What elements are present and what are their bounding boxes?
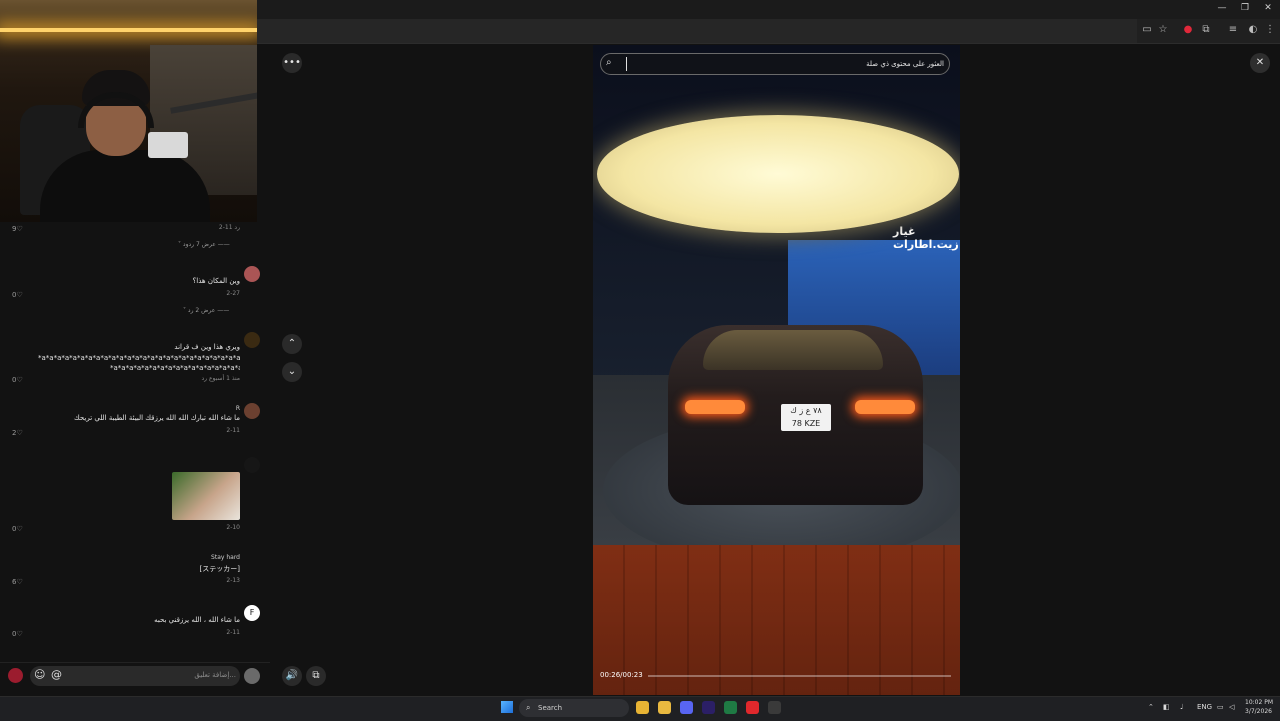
like-count[interactable]: 0♡ — [12, 630, 23, 638]
mention-icon[interactable]: @ — [51, 668, 62, 681]
webcam-ceiling — [0, 0, 257, 40]
video-shop-sign: غيار زيت.اطارات — [893, 225, 959, 251]
volume-button[interactable]: 🔊 — [282, 666, 302, 686]
clock-date[interactable]: 3/7/2026 — [1245, 708, 1272, 715]
comment-text: ما شاء الله ، الله يرزقني بحبه — [154, 616, 240, 624]
progress-track[interactable] — [648, 675, 951, 677]
like-count[interactable]: 0♡ — [12, 376, 23, 384]
license-plate: ٧٨ ع ز ك 78 KZE — [781, 404, 831, 431]
plate-latin: 78 KZE — [791, 419, 821, 428]
bookmark-star-icon[interactable]: ☆ — [1156, 24, 1170, 35]
file-explorer-icon[interactable] — [658, 701, 671, 714]
avatar[interactable] — [244, 266, 260, 282]
video-timestamp: 00:26/00:23 — [600, 671, 643, 679]
display-icon[interactable]: ▭ — [1217, 703, 1224, 711]
right-taillight — [855, 400, 915, 414]
left-taillight — [685, 400, 745, 414]
taskbar-search[interactable] — [519, 699, 629, 717]
like-count[interactable]: 0♡ — [12, 291, 23, 299]
like-count[interactable]: 0♡ — [12, 525, 23, 533]
red-app-icon[interactable] — [746, 701, 759, 714]
clock-time[interactable]: 10:02 PM — [1245, 699, 1273, 706]
window-title-bar: — ❐ ✕ — [257, 0, 1280, 19]
comment-meta: 2-11 — [226, 629, 240, 636]
emoji-icon[interactable]: ☺ — [34, 668, 45, 681]
browser-menu-icon[interactable]: ⋮ — [1263, 24, 1277, 35]
plate-arabic: ٧٨ ع ز ك — [790, 406, 822, 415]
view-replies-button[interactable]: ˅ عرض 7 ردود —— — [178, 241, 230, 248]
volume-icon[interactable]: ◁ — [1229, 703, 1234, 711]
comment-username: Stay hard — [211, 554, 240, 561]
next-video-button[interactable]: ⌄ — [282, 362, 302, 382]
comment-placeholder: إضافة تعليق... — [194, 671, 236, 679]
comment-meta: منذ 1 أسبوع رد — [201, 375, 241, 382]
language-indicator[interactable]: ENG — [1197, 703, 1212, 711]
taskbar-search-label: Search — [538, 704, 563, 712]
avatar[interactable] — [244, 403, 260, 419]
view-replies-button[interactable]: ˅ عرض 2 رد —— — [183, 307, 229, 314]
comment-text: وين المكان هذا؟ — [192, 277, 240, 285]
extensions-icon[interactable]: ⧉ — [1199, 24, 1213, 35]
avatar[interactable] — [244, 457, 260, 473]
comment-text: [ステッカー] — [199, 565, 240, 573]
comment-text-line: *a*a*a*a*a*a*a*a*a*a*a*a*a*a*a*a*a*a*a*a… — [110, 364, 240, 372]
comment-text: ما شاء الله تبارك الله الله يرزقك البيئة… — [73, 414, 240, 422]
excel-icon[interactable] — [724, 701, 737, 714]
comment-meta: 2-10 — [226, 524, 240, 531]
comment-meta: 2-11 رد — [218, 224, 240, 231]
network-drive-icon[interactable]: ◧ — [1163, 703, 1170, 711]
like-count[interactable]: 2♡ — [12, 429, 23, 437]
minimize-button[interactable]: — — [1215, 3, 1229, 13]
like-count[interactable]: 6♡ — [12, 578, 23, 586]
streamer-body — [40, 150, 210, 222]
search-icon: ⌕ — [526, 703, 531, 712]
microphone — [148, 132, 188, 158]
previous-video-button[interactable]: ⌃ — [282, 334, 302, 354]
comment-meta: 2-11 — [226, 427, 240, 434]
browser-toolbar: ▭ ☆ ● ⧉ ≡ ◐ ⋮ — [257, 19, 1280, 44]
avatar[interactable] — [244, 332, 260, 348]
discord-icon[interactable] — [680, 701, 693, 714]
sticker-image[interactable] — [172, 472, 240, 520]
tray-overflow-icon[interactable]: ⌃ — [1148, 703, 1154, 711]
search-icon: ⌕ — [606, 57, 612, 68]
webcam-led-light — [0, 28, 257, 32]
start-icon[interactable] — [501, 701, 513, 713]
more-options-button[interactable]: ••• — [282, 53, 302, 73]
playlist-icon[interactable]: ≡ — [1226, 24, 1240, 35]
webcam-overlay — [0, 0, 257, 222]
steam-icon[interactable] — [768, 701, 781, 714]
video-canopy-light — [597, 115, 959, 233]
text-cursor — [626, 57, 627, 71]
video-player[interactable]: غيار زيت.اطارات ٧٨ ع ز ك 78 KZE 00:26/00… — [593, 45, 960, 695]
comment-username: R — [235, 405, 240, 412]
profile-icon[interactable]: ◐ — [1246, 24, 1260, 35]
comments-panel — [0, 222, 270, 662]
like-count[interactable]: 9♡ — [12, 225, 23, 233]
user-avatar[interactable] — [8, 668, 23, 683]
video-car-rear-window — [703, 330, 883, 370]
record-icon[interactable]: ● — [1181, 24, 1195, 35]
restore-button[interactable]: ❐ — [1238, 3, 1252, 13]
microphone-icon[interactable]: ♩ — [1180, 703, 1183, 711]
video-brick-floor — [593, 545, 960, 695]
close-viewer-button[interactable]: ✕ — [1250, 53, 1270, 73]
comment-meta: 2-27 — [226, 290, 240, 297]
window-close-button[interactable]: ✕ — [1261, 3, 1275, 13]
comment-text-line: *a*a*a*a*a*a*a*a*a*a*a*a*a*a*a*a*a*a*a*a… — [38, 354, 240, 362]
comment-meta: 2-13 — [226, 577, 240, 584]
search-placeholder: العثور على محتوى ذي صلة — [866, 60, 944, 68]
address-bar-area[interactable] — [257, 19, 1137, 43]
chrome-icon[interactable] — [636, 701, 649, 714]
premiere-icon[interactable] — [702, 701, 715, 714]
comment-text: ويري هذا وين ف قراند — [174, 343, 240, 351]
self-avatar[interactable] — [244, 668, 260, 684]
copy-link-button[interactable]: ⧉ — [306, 666, 326, 686]
avatar[interactable]: F — [244, 605, 260, 621]
screen-cast-icon[interactable]: ▭ — [1140, 24, 1154, 35]
